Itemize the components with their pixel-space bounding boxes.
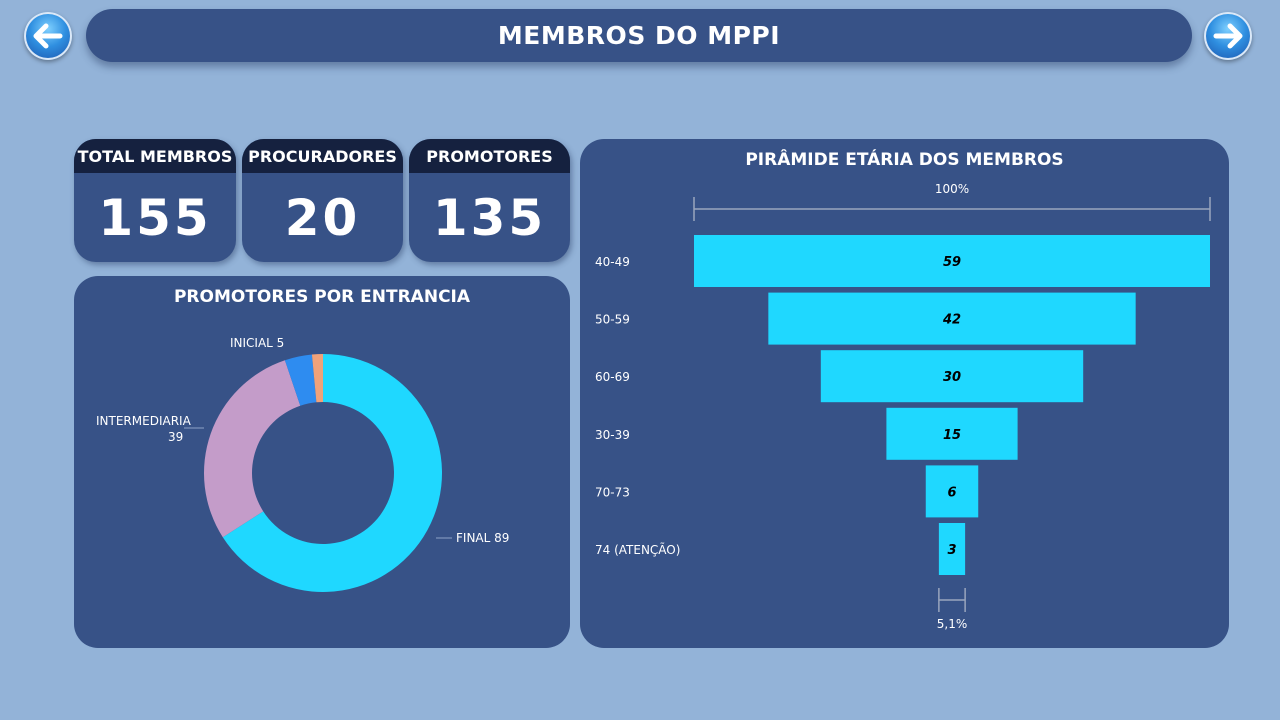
funnel-value-label: 3 — [947, 543, 956, 558]
page-title: MEMBROS DO MPPI — [497, 21, 781, 50]
kpi-value: 135 — [432, 188, 547, 247]
funnel-value-label: 15 — [943, 428, 961, 443]
funnel-value-label: 42 — [942, 313, 961, 328]
kpi-label: PROCURADORES — [242, 139, 403, 173]
funnel-chart: 100% 59 40-49 42 50-59 30 60-69 15 30-39 6 70-73 3 7… — [595, 182, 1211, 631]
funnel-category-label: 70-73 — [595, 485, 630, 499]
donut-slice-intermediaria — [203, 360, 301, 538]
funnel-category-label: 30-39 — [595, 428, 630, 442]
page-title-bar: MEMBROS DO MPPI — [86, 9, 1192, 62]
back-button[interactable] — [24, 12, 72, 60]
funnel-chart-panel: PIRÂMIDE ETÁRIA DOS MEMBROS 100% 59 40-49 4… — [580, 139, 1229, 648]
funnel-top-percent-label: 100% — [935, 182, 969, 196]
funnel-category-label: 40-49 — [595, 255, 630, 269]
arrow-right-icon — [1213, 23, 1243, 49]
donut-label-inicial: INICIAL 5 — [230, 336, 285, 350]
kpi-card-promotores: PROMOTORES 135 — [409, 139, 570, 262]
donut-label-intermediaria: INTERMEDIARIA — [96, 414, 191, 428]
kpi-card-procuradores: PROCURADORES 20 — [242, 139, 403, 262]
funnel-value-label: 59 — [943, 255, 961, 270]
funnel-category-label: 74 (ATENÇÃO) — [595, 542, 680, 557]
donut-label-intermediaria-value: 39 — [168, 430, 184, 444]
kpi-value: 155 — [98, 188, 212, 247]
arrow-left-icon — [33, 23, 63, 49]
funnel-value-label: 30 — [943, 370, 961, 385]
donut-chart — [184, 354, 452, 592]
funnel-bottom-percent-label: 5,1% — [937, 617, 968, 631]
kpi-label: TOTAL MEMBROS — [74, 139, 236, 173]
forward-button[interactable] — [1204, 12, 1252, 60]
kpi-card-total-membros: TOTAL MEMBROS 155 — [74, 139, 236, 262]
kpi-value: 20 — [284, 188, 361, 247]
funnel-value-label: 6 — [947, 485, 956, 500]
funnel-category-label: 60-69 — [595, 370, 630, 384]
donut-label-final: FINAL 89 — [456, 531, 510, 545]
funnel-category-label: 50-59 — [595, 313, 630, 327]
kpi-label: PROMOTORES — [409, 139, 570, 173]
donut-chart-panel: PROMOTORES POR ENTRANCIA INICIAL 5 INTER… — [74, 276, 570, 648]
